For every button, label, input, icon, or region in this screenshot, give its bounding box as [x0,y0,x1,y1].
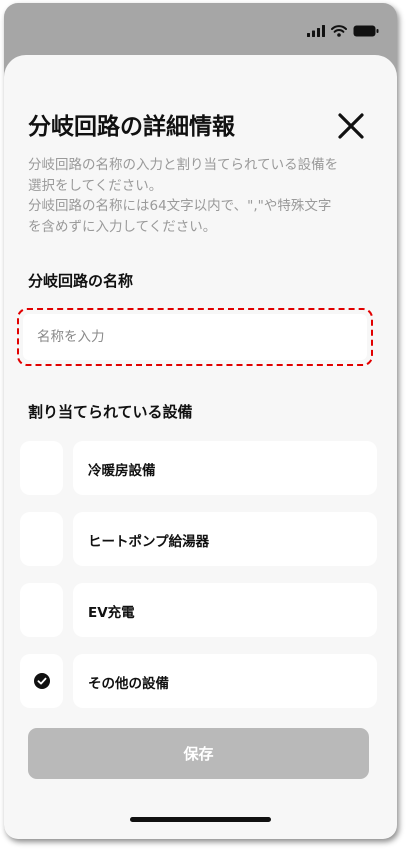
modal-title: 分岐回路の詳細情報 [28,114,235,140]
equipment-checkbox[interactable] [20,654,63,708]
equipment-row: 冷暖房設備 [20,441,377,495]
phone-frame: 分岐回路の詳細情報 分岐回路の名称の入力と割り当てられている設備を 選択をしてく… [4,3,397,839]
equipment-label: EV充電 [88,605,135,621]
equipment-option[interactable]: ヒートポンプ給湯器 [73,512,377,566]
equipment-label: 冷暖房設備 [88,463,156,479]
description-line: 分岐回路の名称には64文字以内で、","や特殊文字 [28,198,332,214]
close-button[interactable] [334,109,368,143]
circuit-name-label: 分岐回路の名称 [28,272,134,290]
branch-circuit-detail-sheet: 分岐回路の詳細情報 分岐回路の名称の入力と割り当てられている設備を 選択をしてく… [4,55,397,839]
description-line: 選択をしてください。 [28,177,163,194]
status-bar [307,23,379,39]
home-indicator [130,817,271,822]
equipment-checkbox[interactable] [20,512,63,566]
description-line: 分岐回路の名称の入力と割り当てられている設備を [28,157,339,173]
equipment-checkbox[interactable] [20,441,63,495]
assigned-equipment-label: 割り当てられている設備 [28,403,193,421]
equipment-option[interactable]: 冷暖房設備 [73,441,377,495]
save-button[interactable]: 保存 [28,728,369,779]
equipment-option[interactable]: その他の設備 [73,654,377,708]
equipment-row: ヒートポンプ給湯器 [20,512,377,566]
equipment-row: その他の設備 [20,654,377,708]
wifi-icon [331,25,347,37]
check-circle-icon [33,673,50,689]
modal-description: 分岐回路の名称の入力と割り当てられている設備を 選択をしてください。 分岐回路の… [28,155,378,237]
equipment-label: その他の設備 [88,676,169,692]
equipment-option[interactable]: EV充電 [73,583,377,637]
close-icon [338,113,364,139]
circuit-name-input[interactable] [23,314,367,360]
battery-icon [353,25,379,37]
equipment-checkbox[interactable] [20,583,63,637]
circuit-name-highlight [17,308,373,366]
equipment-row: EV充電 [20,583,377,637]
signal-icon [307,25,325,37]
description-line: を含めずに入力してください。 [28,218,217,235]
equipment-label: ヒートポンプ給湯器 [88,534,210,550]
